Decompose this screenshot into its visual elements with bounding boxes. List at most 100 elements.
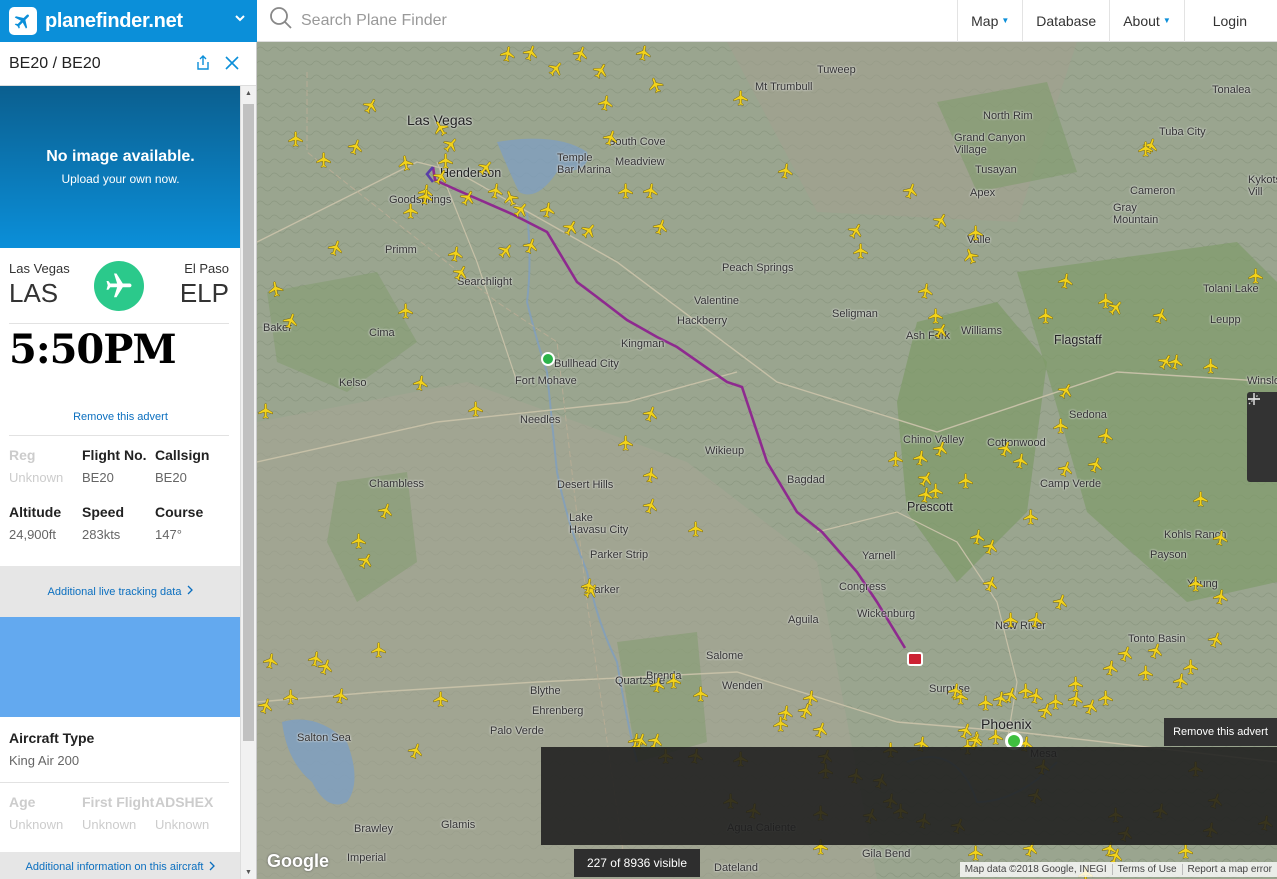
aircraft-icon[interactable] bbox=[1187, 575, 1205, 593]
aircraft-icon[interactable] bbox=[1172, 672, 1190, 690]
aircraft-icon[interactable] bbox=[617, 434, 635, 452]
aircraft-icon[interactable] bbox=[1212, 588, 1230, 606]
aircraft-icon[interactable] bbox=[777, 162, 795, 180]
destination-code[interactable]: ELP bbox=[180, 278, 229, 309]
nav-about[interactable]: About ▼ bbox=[1109, 0, 1184, 42]
aircraft-icon[interactable] bbox=[902, 182, 920, 200]
aircraft-icon[interactable] bbox=[412, 374, 430, 392]
aircraft-icon[interactable] bbox=[497, 242, 515, 260]
aircraft-icon[interactable] bbox=[499, 45, 517, 63]
aircraft-icon[interactable] bbox=[732, 89, 750, 107]
aircraft-icon[interactable] bbox=[459, 189, 477, 207]
aircraft-icon[interactable] bbox=[987, 728, 1005, 746]
aircraft-icon[interactable] bbox=[912, 449, 930, 467]
aircraft-icon[interactable] bbox=[962, 247, 980, 265]
aircraft-icon[interactable] bbox=[1057, 272, 1075, 290]
aircraft-icon[interactable] bbox=[917, 486, 935, 504]
aircraft-icon[interactable] bbox=[522, 44, 540, 62]
aircraft-icon[interactable] bbox=[1167, 353, 1185, 371]
origin-code[interactable]: LAS bbox=[9, 278, 58, 309]
aircraft-icon[interactable] bbox=[592, 62, 610, 80]
aircraft-icon[interactable] bbox=[932, 322, 950, 340]
additional-tracking-link[interactable]: Additional live tracking data bbox=[0, 566, 241, 617]
aircraft-icon[interactable] bbox=[1207, 631, 1225, 649]
nav-map[interactable]: Map ▼ bbox=[957, 0, 1022, 42]
share-icon[interactable] bbox=[194, 54, 212, 72]
aircraft-icon[interactable] bbox=[847, 222, 865, 240]
aircraft-icon[interactable] bbox=[1047, 693, 1065, 711]
additional-info-link[interactable]: Additional information on this aircraft bbox=[0, 852, 241, 879]
aircraft-icon[interactable] bbox=[467, 400, 485, 418]
aircraft-icon[interactable] bbox=[1052, 593, 1070, 611]
aircraft-icon[interactable] bbox=[887, 450, 905, 468]
aircraft-icon[interactable] bbox=[1057, 382, 1075, 400]
aircraft-icon[interactable] bbox=[797, 702, 815, 720]
aircraft-icon[interactable] bbox=[957, 472, 975, 490]
aircraft-icon[interactable] bbox=[350, 532, 368, 550]
aircraft-icon[interactable] bbox=[932, 212, 950, 230]
aircraft-icon[interactable] bbox=[332, 687, 350, 705]
aircraft-icon[interactable] bbox=[282, 312, 300, 330]
terms-of-use-link[interactable]: Terms of Use bbox=[1111, 864, 1182, 875]
aircraft-icon[interactable] bbox=[1037, 307, 1055, 325]
aircraft-image-placeholder[interactable]: No image available. Upload your own now. bbox=[0, 86, 241, 248]
aircraft-icon[interactable] bbox=[547, 60, 565, 78]
nav-login[interactable]: Login bbox=[1183, 0, 1277, 42]
close-icon[interactable] bbox=[223, 54, 241, 72]
aircraft-icon[interactable] bbox=[267, 280, 285, 298]
aircraft-icon[interactable] bbox=[1027, 611, 1045, 629]
aircraft-icon[interactable] bbox=[982, 538, 1000, 556]
aircraft-icon[interactable] bbox=[687, 520, 705, 538]
aircraft-icon[interactable] bbox=[370, 641, 388, 659]
ruler-icon[interactable] bbox=[1247, 393, 1277, 452]
aircraft-icon[interactable] bbox=[1247, 267, 1265, 285]
aircraft-icon[interactable] bbox=[452, 264, 470, 282]
aircraft-icon[interactable] bbox=[852, 242, 870, 260]
scroll-up-icon[interactable]: ▲ bbox=[241, 86, 256, 100]
aircraft-icon[interactable] bbox=[1012, 452, 1030, 470]
aircraft-icon[interactable] bbox=[917, 282, 935, 300]
aircraft-icon[interactable] bbox=[652, 218, 670, 236]
aircraft-icon[interactable] bbox=[407, 742, 425, 760]
aircraft-icon[interactable] bbox=[967, 224, 985, 242]
aircraft-icon[interactable] bbox=[522, 237, 540, 255]
aircraft-icon[interactable] bbox=[642, 182, 660, 200]
airport-marker[interactable] bbox=[541, 352, 555, 366]
route-end-marker[interactable] bbox=[907, 652, 923, 666]
aircraft-icon[interactable] bbox=[947, 682, 965, 700]
aircraft-icon[interactable] bbox=[1097, 689, 1115, 707]
aircraft-icon[interactable] bbox=[1097, 427, 1115, 445]
scrollbar-thumb[interactable] bbox=[243, 104, 254, 741]
aircraft-icon[interactable] bbox=[1192, 490, 1210, 508]
aircraft-icon[interactable] bbox=[562, 219, 580, 237]
aircraft-icon[interactable] bbox=[282, 688, 300, 706]
aircraft-icon[interactable] bbox=[317, 658, 335, 676]
aircraft-icon[interactable] bbox=[347, 138, 365, 156]
aircraft-icon[interactable] bbox=[1087, 456, 1105, 474]
aircraft-icon[interactable] bbox=[1002, 611, 1020, 629]
aircraft-icon[interactable] bbox=[1057, 460, 1075, 478]
aircraft-icon[interactable] bbox=[1022, 508, 1040, 526]
aircraft-icon[interactable] bbox=[635, 44, 653, 62]
aircraft-icon[interactable] bbox=[982, 575, 1000, 593]
aircraft-icon[interactable] bbox=[642, 466, 660, 484]
zoom-out-icon[interactable] bbox=[1247, 398, 1277, 482]
advert-placeholder[interactable] bbox=[0, 617, 241, 717]
aircraft-icon[interactable] bbox=[377, 502, 395, 520]
aircraft-icon[interactable] bbox=[327, 239, 345, 257]
scroll-down-icon[interactable]: ▼ bbox=[241, 865, 256, 879]
aircraft-icon[interactable] bbox=[1052, 417, 1070, 435]
aircraft-icon[interactable] bbox=[932, 440, 950, 458]
search-input[interactable] bbox=[301, 11, 701, 30]
aircraft-icon[interactable] bbox=[397, 154, 415, 172]
chevron-down-icon[interactable] bbox=[235, 13, 245, 25]
aircraft-icon[interactable] bbox=[257, 697, 275, 715]
sidebar-scrollbar[interactable]: ▲ ▼ bbox=[240, 86, 256, 879]
aircraft-icon[interactable] bbox=[642, 405, 660, 423]
brand-bar[interactable]: planefinder.net bbox=[0, 0, 257, 42]
map-advert-panel[interactable] bbox=[541, 747, 1277, 845]
aircraft-icon[interactable] bbox=[649, 676, 667, 694]
aircraft-icon[interactable] bbox=[777, 704, 795, 722]
aircraft-icon[interactable] bbox=[315, 151, 333, 169]
aircraft-icon[interactable] bbox=[1202, 357, 1220, 375]
